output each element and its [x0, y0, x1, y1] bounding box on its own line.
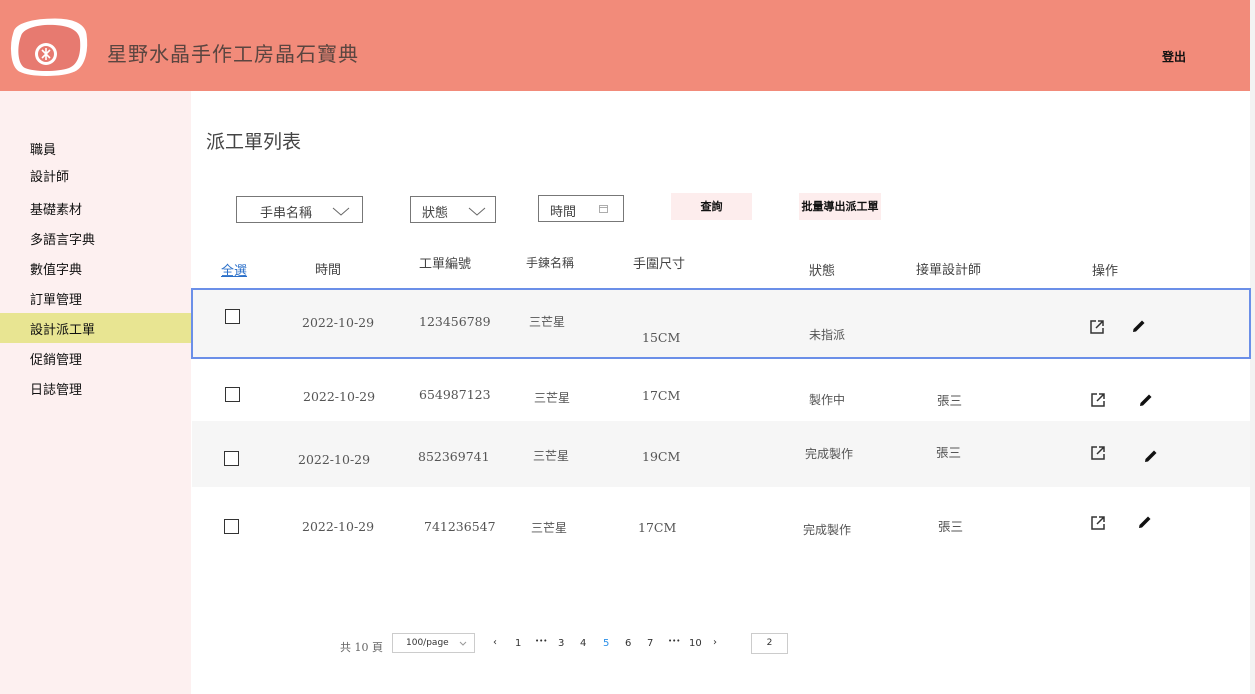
- row-designer: 張三: [938, 519, 964, 534]
- bracelet-name-select-label: 手串名稱: [260, 206, 313, 221]
- row-order-number: 852369741: [418, 449, 490, 464]
- next-page-button[interactable]: ›: [713, 637, 717, 648]
- open-external-icon[interactable]: [1090, 445, 1106, 461]
- row-checkbox[interactable]: [224, 519, 239, 534]
- sidebar-item-logs[interactable]: 日誌管理: [0, 373, 191, 403]
- prev-page-button[interactable]: ‹: [493, 637, 497, 648]
- column-header-time: 時間: [315, 263, 342, 278]
- sidebar-item-label: 促銷管理: [30, 353, 83, 368]
- logout-button[interactable]: 登出: [1162, 48, 1186, 65]
- edit-icon[interactable]: [1143, 448, 1159, 464]
- row-bracelet-name: 三芒星: [531, 521, 568, 535]
- status-select[interactable]: 狀態: [410, 196, 496, 223]
- jump-to-page-input[interactable]: 2: [751, 633, 788, 654]
- bracelet-name-select[interactable]: 手串名稱: [236, 196, 363, 223]
- page-button[interactable]: 7: [647, 638, 653, 649]
- row-size: 19CM: [642, 449, 681, 464]
- sidebar-item-label: 訂單管理: [30, 293, 83, 308]
- column-header-designer: 接單設計師: [916, 263, 982, 278]
- sidebar-item-label: 設計派工單: [30, 323, 96, 338]
- page-button[interactable]: 1: [515, 638, 521, 649]
- row-order-number: 741236547: [424, 519, 496, 534]
- row-date: 2022-10-29: [302, 519, 375, 534]
- pagination-total: 共 10 頁: [340, 641, 383, 654]
- page-title: 派工單列表: [206, 131, 302, 153]
- row-checkbox[interactable]: [224, 451, 239, 466]
- row-date: 2022-10-29: [302, 315, 375, 330]
- row-status: 製作中: [809, 393, 846, 407]
- row-status: 未指派: [809, 328, 846, 342]
- sidebar-item-work-orders[interactable]: 設計派工單: [0, 313, 191, 343]
- page-button[interactable]: 4: [580, 638, 586, 649]
- query-button[interactable]: 查詢: [671, 193, 752, 220]
- edit-icon[interactable]: [1137, 514, 1153, 530]
- time-picker-label: 時間: [550, 205, 577, 220]
- sidebar-item-language-dictionary[interactable]: 多語言字典: [0, 223, 191, 253]
- row-size: 17CM: [638, 520, 677, 535]
- open-external-icon[interactable]: [1089, 319, 1105, 335]
- sidebar-item-label: 多語言字典: [30, 233, 96, 248]
- open-external-icon[interactable]: [1090, 392, 1106, 408]
- row-bracelet-name: 三芒星: [534, 391, 571, 405]
- sidebar-item-value-dictionary[interactable]: 數值字典: [0, 253, 191, 283]
- row-checkbox[interactable]: [225, 387, 240, 402]
- row-order-number: 123456789: [419, 314, 491, 329]
- logo: [10, 17, 89, 77]
- row-designer: 張三: [936, 445, 962, 460]
- page-button[interactable]: 10: [689, 638, 702, 649]
- status-select-label: 狀態: [422, 206, 449, 221]
- page-button[interactable]: 6: [625, 638, 631, 649]
- sidebar-item-orders[interactable]: 訂單管理: [0, 283, 191, 313]
- page-size-select[interactable]: 100/page: [392, 633, 475, 653]
- app-title: 星野水晶手作工房晶石寶典: [107, 42, 359, 66]
- select-all-link[interactable]: 全選: [221, 260, 247, 279]
- edit-icon[interactable]: [1131, 318, 1147, 334]
- page-size-value: 100/page: [406, 638, 449, 648]
- app-header: 星野水晶手作工房晶石寶典 登出: [0, 0, 1250, 91]
- row-checkbox[interactable]: [225, 309, 240, 324]
- chevron-down-icon: [468, 207, 486, 216]
- sidebar-item-label: 數值字典: [30, 263, 83, 278]
- sidebar-item-label: 基礎素材: [30, 203, 83, 218]
- open-external-icon[interactable]: [1090, 515, 1106, 531]
- page-button-current[interactable]: 5: [603, 638, 609, 649]
- column-header-actions: 操作: [1092, 264, 1119, 279]
- time-picker[interactable]: 時間: [538, 195, 624, 222]
- sidebar-item-label: 職員: [30, 143, 57, 158]
- row-status: 完成製作: [803, 523, 852, 537]
- chevron-down-icon: [332, 207, 350, 216]
- chevron-down-icon: [459, 641, 467, 646]
- row-size: 15CM: [642, 330, 681, 345]
- sidebar-item-materials[interactable]: 基礎素材: [0, 193, 191, 223]
- row-status: 完成製作: [805, 447, 854, 461]
- column-header-order-number: 工單編號: [419, 257, 472, 272]
- page-ellipsis[interactable]: •••: [535, 637, 547, 645]
- row-order-number: 654987123: [419, 387, 491, 402]
- row-bracelet-name: 三芒星: [533, 449, 570, 463]
- sidebar-item-designers[interactable]: 設計師: [0, 160, 191, 190]
- sidebar-item-staff[interactable]: 職員: [0, 133, 191, 163]
- row-bracelet-name: 三芒星: [529, 315, 566, 329]
- calendar-icon: [599, 205, 608, 213]
- row-date: 2022-10-29: [298, 452, 371, 467]
- row-date: 2022-10-29: [303, 389, 376, 404]
- column-header-size: 手圍尺寸: [633, 257, 686, 272]
- row-size: 17CM: [642, 388, 681, 403]
- batch-export-button[interactable]: 批量導出派工單: [799, 193, 881, 220]
- sidebar-item-label: 設計師: [30, 170, 70, 185]
- sidebar: 職員 設計師 基礎素材 多語言字典 數值字典 訂單管理 設計派工單 促銷管理 日…: [0, 91, 191, 694]
- column-header-bracelet-name: 手鍊名稱: [526, 256, 575, 270]
- edit-icon[interactable]: [1138, 392, 1154, 408]
- sidebar-item-label: 日誌管理: [30, 383, 83, 398]
- page-button[interactable]: 3: [558, 638, 564, 649]
- sidebar-item-promotions[interactable]: 促銷管理: [0, 343, 191, 373]
- column-header-status: 狀態: [809, 264, 836, 279]
- page-ellipsis[interactable]: •••: [668, 637, 680, 645]
- row-designer: 張三: [937, 393, 963, 408]
